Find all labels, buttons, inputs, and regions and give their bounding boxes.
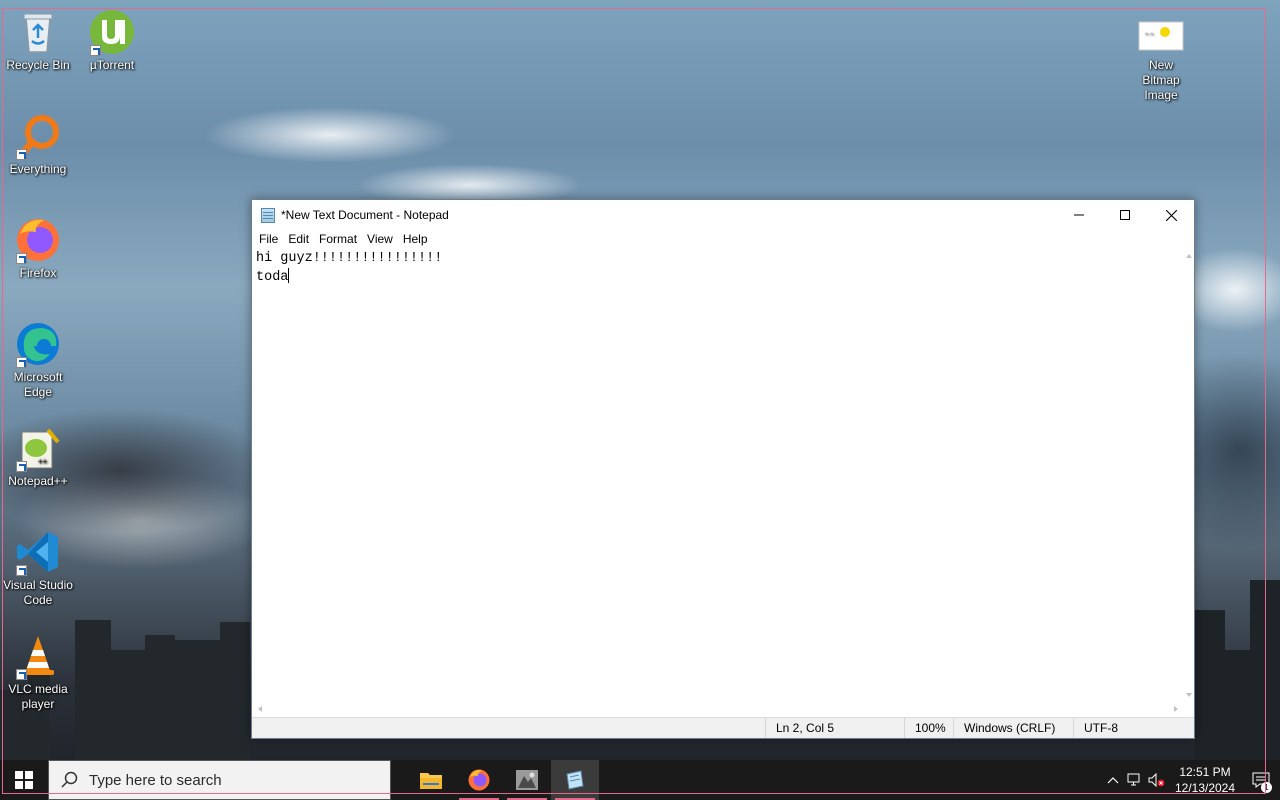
start-button[interactable] [0, 760, 48, 800]
menu-edit[interactable]: Edit [283, 230, 314, 249]
city-skyline-right [1195, 540, 1280, 760]
desktop-icon-edge[interactable]: Microsoft Edge [0, 320, 76, 400]
menu-help[interactable]: Help [398, 230, 433, 249]
desktop-icon-everything[interactable]: Everything [0, 112, 76, 177]
taskbar-image-app[interactable] [503, 760, 551, 800]
menu-file[interactable]: File [254, 230, 283, 249]
action-center-button[interactable]: 1 [1242, 760, 1280, 800]
taskbar-file-explorer[interactable] [407, 760, 455, 800]
firefox-icon [14, 216, 62, 264]
everything-label: Everything [9, 162, 67, 176]
scroll-down-arrow-icon[interactable] [1186, 693, 1192, 697]
scroll-up-arrow-icon[interactable] [1186, 254, 1192, 258]
text-editor[interactable]: hi guyz!!!!!!!!!!!!!!!! toda [252, 249, 1184, 702]
minimize-button[interactable] [1056, 200, 1102, 230]
menu-view[interactable]: View [362, 230, 398, 249]
network-button[interactable] [1124, 760, 1146, 800]
show-hidden-icons-button[interactable] [1102, 760, 1124, 800]
desktop-icon-recycle-bin[interactable]: Recycle Bin [0, 8, 76, 73]
minimize-icon [1074, 214, 1084, 216]
clock-time: 12:51 PM [1179, 765, 1231, 779]
recycle-bin-icon [14, 8, 62, 56]
everything-search-icon [14, 112, 62, 160]
taskbar-firefox[interactable] [455, 760, 503, 800]
status-zoom: 100% [904, 718, 953, 738]
svg-text:~ ~: ~ ~ [1145, 32, 1154, 38]
notepad-plus-plus-label: Notepad++ [8, 474, 68, 488]
maximize-icon [1120, 210, 1130, 220]
edge-icon [14, 320, 62, 368]
vlc-cone-icon [14, 632, 62, 680]
close-icon [1165, 209, 1177, 221]
utorrent-icon [88, 8, 136, 56]
svg-text:++: ++ [38, 457, 48, 466]
search-icon [61, 771, 78, 788]
clock-date: 12/13/2024 [1174, 781, 1236, 795]
firefox-icon [468, 769, 490, 791]
edge-label: Microsoft Edge [13, 370, 63, 399]
scroll-left-arrow-icon[interactable] [258, 706, 262, 712]
vlc-label: VLC media player [8, 682, 68, 711]
taskbar-notepad[interactable] [551, 760, 599, 800]
desktop-icon-vlc[interactable]: VLC media player [0, 632, 76, 712]
volume-muted-icon [1148, 773, 1165, 787]
folder-icon [420, 773, 442, 789]
new-bitmap-label: New Bitmap Image [1142, 58, 1180, 102]
close-button[interactable] [1148, 200, 1194, 230]
system-tray: 12:51 PM 12/13/2024 1 [1102, 760, 1280, 800]
notepad-icon [566, 770, 584, 790]
desktop-icon-new-bitmap[interactable]: ~ ~ New Bitmap Image [1123, 18, 1199, 103]
bitmap-image-icon: ~ ~ [1137, 18, 1185, 56]
menu-format[interactable]: Format [314, 230, 362, 249]
notification-count-badge: 1 [1261, 782, 1272, 793]
status-line-ending: Windows (CRLF) [953, 718, 1073, 738]
text-line-1: hi guyz!!!!!!!!!!!!!!!! [256, 251, 443, 266]
vertical-scrollbar[interactable] [1184, 249, 1194, 702]
network-icon [1127, 773, 1140, 786]
utorrent-label: µTorrent [89, 58, 135, 72]
recycle-bin-label: Recycle Bin [6, 58, 70, 72]
notepad-plus-plus-icon: ++ [14, 424, 62, 472]
text-caret [288, 268, 290, 283]
status-bar: Ln 2, Col 5 100% Windows (CRLF) UTF-8 [252, 717, 1194, 738]
status-encoding: UTF-8 [1073, 718, 1194, 738]
desktop-icon-utorrent[interactable]: µTorrent [74, 8, 150, 73]
scroll-right-arrow-icon[interactable] [1174, 706, 1178, 712]
window-title: *New Text Document - Notepad [281, 208, 449, 222]
text-line-2-content: toda [256, 270, 289, 285]
volume-button[interactable] [1146, 760, 1168, 800]
status-position: Ln 2, Col 5 [765, 718, 904, 738]
maximize-button[interactable] [1102, 200, 1148, 230]
chevron-up-icon [1107, 777, 1119, 784]
notepad-icon [261, 207, 275, 223]
desktop-icon-vscode[interactable]: Visual Studio Code [0, 528, 76, 608]
taskbar-clock[interactable]: 12:51 PM 12/13/2024 [1168, 764, 1242, 796]
taskbar-search-box[interactable]: Type here to search [48, 760, 391, 800]
text-line-2: toda [256, 268, 1180, 287]
taskbar: Type here to search 12:51 PM 12/13/2024 … [0, 760, 1280, 800]
vscode-label: Visual Studio Code [3, 578, 73, 607]
menu-bar: File Edit Format View Help [252, 230, 1194, 249]
notepad-window[interactable]: *New Text Document - Notepad File Edit F… [251, 199, 1195, 739]
desktop-icon-notepad-plus-plus[interactable]: ++ Notepad++ [0, 424, 76, 489]
firefox-label: Firefox [19, 266, 57, 280]
windows-logo-icon [15, 771, 33, 789]
title-bar[interactable]: *New Text Document - Notepad [252, 200, 1194, 230]
horizontal-scrollbar[interactable] [252, 702, 1184, 717]
desktop-icon-firefox[interactable]: Firefox [0, 216, 76, 281]
image-viewer-icon [516, 770, 538, 790]
search-placeholder: Type here to search [89, 771, 222, 789]
vscode-icon [14, 528, 62, 576]
